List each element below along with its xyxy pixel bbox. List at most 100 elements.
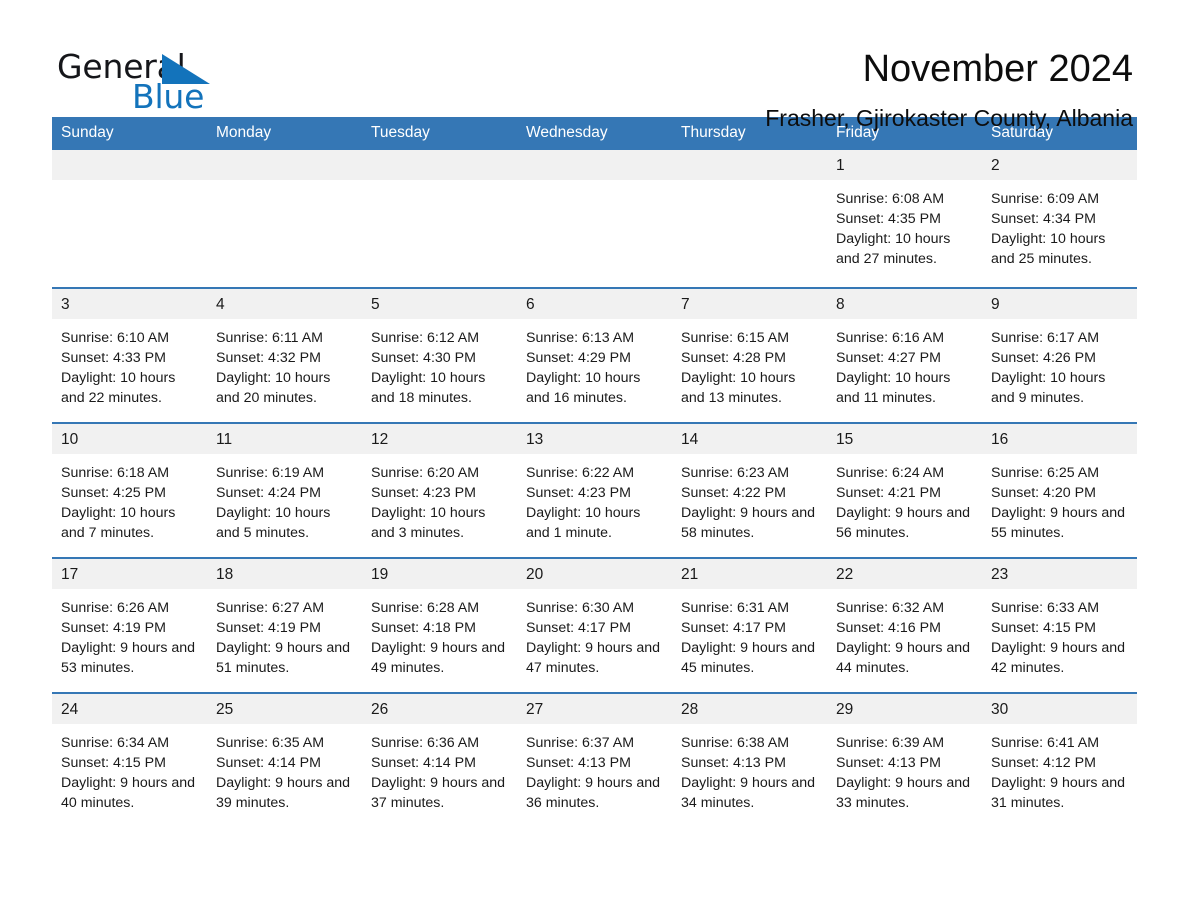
day-cell-inner: 11 Sunrise: 6:19 AM Sunset: 4:24 PM Dayligh… bbox=[207, 424, 362, 557]
calendar-week-row: 17 Sunrise: 6:26 AM Sunset: 4:19 PM Dayligh… bbox=[52, 557, 1137, 693]
daylight-text: Daylight: 9 hours and 51 minutes. bbox=[216, 640, 351, 677]
calendar-day-cell[interactable]: 21 Sunrise: 6:31 AM Sunset: 4:17 PM Dayligh… bbox=[672, 557, 827, 693]
sunset-text: Sunset: 4:17 PM bbox=[526, 620, 631, 637]
calendar-day-cell[interactable]: 11 Sunrise: 6:19 AM Sunset: 4:24 PM Dayligh… bbox=[207, 422, 362, 558]
day-cell-inner: 18 Sunrise: 6:27 AM Sunset: 4:19 PM Dayligh… bbox=[207, 559, 362, 692]
day-details: Sunrise: 6:18 AM Sunset: 4:25 PM Daylight:… bbox=[52, 454, 207, 544]
calendar-day-cell[interactable]: 6 Sunrise: 6:13 AM Sunset: 4:29 PM Daylight… bbox=[517, 287, 672, 423]
day-details: Sunrise: 6:09 AM Sunset: 4:34 PM Daylight:… bbox=[982, 180, 1137, 270]
calendar-day-cell[interactable]: 15 Sunrise: 6:24 AM Sunset: 4:21 PM Dayligh… bbox=[827, 422, 982, 558]
daylight-text: Daylight: 9 hours and 36 minutes. bbox=[526, 775, 661, 812]
sunset-text: Sunset: 4:32 PM bbox=[216, 350, 321, 367]
calendar-day-cell[interactable]: 20 Sunrise: 6:30 AM Sunset: 4:17 PM Dayligh… bbox=[517, 557, 672, 693]
day-details: Sunrise: 6:24 AM Sunset: 4:21 PM Daylight:… bbox=[827, 454, 982, 544]
daylight-text: Daylight: 10 hours and 1 minute. bbox=[526, 505, 641, 542]
calendar-day-cell[interactable]: 29 Sunrise: 6:39 AM Sunset: 4:13 PM Dayligh… bbox=[827, 692, 982, 821]
general-blue-logo: General Blue bbox=[57, 50, 257, 120]
sunset-text: Sunset: 4:29 PM bbox=[526, 350, 631, 367]
day-number: 11 bbox=[207, 424, 362, 454]
calendar-week-row: 3 Sunrise: 6:10 AM Sunset: 4:33 PM Daylight… bbox=[52, 287, 1137, 423]
day-cell-inner: 30 Sunrise: 6:41 AM Sunset: 4:12 PM Dayligh… bbox=[982, 694, 1137, 821]
sunset-text: Sunset: 4:25 PM bbox=[61, 485, 166, 502]
calendar-day-cell[interactable]: 28 Sunrise: 6:38 AM Sunset: 4:13 PM Dayligh… bbox=[672, 692, 827, 821]
sunrise-text: Sunrise: 6:25 AM bbox=[991, 465, 1100, 481]
day-cell-inner: 10 Sunrise: 6:18 AM Sunset: 4:25 PM Dayligh… bbox=[52, 424, 207, 557]
sunset-text: Sunset: 4:13 PM bbox=[836, 755, 941, 772]
sunrise-text: Sunrise: 6:24 AM bbox=[836, 465, 945, 481]
calendar-day-cell[interactable]: 24 Sunrise: 6:34 AM Sunset: 4:15 PM Dayligh… bbox=[52, 692, 207, 821]
sunrise-text: Sunrise: 6:26 AM bbox=[61, 600, 170, 616]
calendar-day-cell[interactable]: 13 Sunrise: 6:22 AM Sunset: 4:23 PM Dayligh… bbox=[517, 422, 672, 558]
calendar-page: General Blue November 2024 Frasher, Gjir… bbox=[0, 0, 1188, 918]
daylight-text: Daylight: 9 hours and 31 minutes. bbox=[991, 775, 1126, 812]
sunset-text: Sunset: 4:14 PM bbox=[216, 755, 321, 772]
calendar-day-cell[interactable]: 30 Sunrise: 6:41 AM Sunset: 4:12 PM Dayligh… bbox=[982, 692, 1137, 821]
calendar-day-cell-empty bbox=[672, 150, 827, 288]
calendar-day-cell[interactable]: 25 Sunrise: 6:35 AM Sunset: 4:14 PM Dayligh… bbox=[207, 692, 362, 821]
day-cell-inner: 27 Sunrise: 6:37 AM Sunset: 4:13 PM Dayligh… bbox=[517, 694, 672, 821]
calendar-day-cell[interactable]: 1 Sunrise: 6:08 AM Sunset: 4:35 PM Daylight… bbox=[827, 150, 982, 288]
daylight-text: Daylight: 9 hours and 55 minutes. bbox=[991, 505, 1126, 542]
calendar-day-cell[interactable]: 14 Sunrise: 6:23 AM Sunset: 4:22 PM Dayligh… bbox=[672, 422, 827, 558]
sunset-text: Sunset: 4:15 PM bbox=[61, 755, 166, 772]
logo-text-blue: Blue bbox=[132, 77, 205, 116]
day-cell-inner: 20 Sunrise: 6:30 AM Sunset: 4:17 PM Dayligh… bbox=[517, 559, 672, 692]
calendar-day-cell[interactable]: 10 Sunrise: 6:18 AM Sunset: 4:25 PM Dayligh… bbox=[52, 422, 207, 558]
day-cell-inner: 12 Sunrise: 6:20 AM Sunset: 4:23 PM Dayligh… bbox=[362, 424, 517, 557]
calendar-day-cell[interactable]: 4 Sunrise: 6:11 AM Sunset: 4:32 PM Daylight… bbox=[207, 287, 362, 423]
sunrise-sunset-calendar-table: Sunday Monday Tuesday Wednesday Thursday Frid… bbox=[52, 117, 1137, 821]
day-cell-inner: 8 Sunrise: 6:16 AM Sunset: 4:27 PM Daylight… bbox=[827, 289, 982, 422]
daylight-text: Daylight: 10 hours and 7 minutes. bbox=[61, 505, 176, 542]
day-details: Sunrise: 6:31 AM Sunset: 4:17 PM Daylight:… bbox=[672, 589, 827, 679]
day-details: Sunrise: 6:13 AM Sunset: 4:29 PM Daylight:… bbox=[517, 319, 672, 409]
sunset-text: Sunset: 4:13 PM bbox=[526, 755, 631, 772]
day-details: Sunrise: 6:36 AM Sunset: 4:14 PM Daylight:… bbox=[362, 724, 517, 814]
calendar-day-cell[interactable]: 18 Sunrise: 6:27 AM Sunset: 4:19 PM Dayligh… bbox=[207, 557, 362, 693]
calendar-day-cell[interactable]: 5 Sunrise: 6:12 AM Sunset: 4:30 PM Daylight… bbox=[362, 287, 517, 423]
day-number: 12 bbox=[362, 424, 517, 454]
day-number: 23 bbox=[982, 559, 1137, 589]
day-number: 7 bbox=[672, 289, 827, 319]
calendar-day-cell[interactable]: 22 Sunrise: 6:32 AM Sunset: 4:16 PM Dayligh… bbox=[827, 557, 982, 693]
day-number: 1 bbox=[827, 150, 982, 180]
calendar-day-cell[interactable]: 27 Sunrise: 6:37 AM Sunset: 4:13 PM Dayligh… bbox=[517, 692, 672, 821]
calendar-day-cell[interactable]: 8 Sunrise: 6:16 AM Sunset: 4:27 PM Daylight… bbox=[827, 287, 982, 423]
calendar-day-cell[interactable]: 7 Sunrise: 6:15 AM Sunset: 4:28 PM Daylight… bbox=[672, 287, 827, 423]
calendar-week-row: 1 Sunrise: 6:08 AM Sunset: 4:35 PM Daylight… bbox=[52, 150, 1137, 288]
sunset-text: Sunset: 4:23 PM bbox=[371, 485, 476, 502]
daylight-text: Daylight: 9 hours and 49 minutes. bbox=[371, 640, 506, 677]
day-cell-inner: 19 Sunrise: 6:28 AM Sunset: 4:18 PM Dayligh… bbox=[362, 559, 517, 692]
sunset-text: Sunset: 4:30 PM bbox=[371, 350, 476, 367]
day-number: 28 bbox=[672, 694, 827, 724]
day-cell-inner bbox=[362, 150, 517, 287]
calendar-day-cell[interactable]: 12 Sunrise: 6:20 AM Sunset: 4:23 PM Dayligh… bbox=[362, 422, 517, 558]
calendar-day-cell[interactable]: 16 Sunrise: 6:25 AM Sunset: 4:20 PM Dayligh… bbox=[982, 422, 1137, 558]
sunrise-text: Sunrise: 6:36 AM bbox=[371, 735, 480, 751]
day-number: 18 bbox=[207, 559, 362, 589]
sunrise-text: Sunrise: 6:13 AM bbox=[526, 330, 635, 346]
calendar-day-cell[interactable]: 3 Sunrise: 6:10 AM Sunset: 4:33 PM Daylight… bbox=[52, 287, 207, 423]
calendar-day-cell[interactable]: 2 Sunrise: 6:09 AM Sunset: 4:34 PM Daylight… bbox=[982, 150, 1137, 288]
calendar-day-cell[interactable]: 23 Sunrise: 6:33 AM Sunset: 4:15 PM Dayligh… bbox=[982, 557, 1137, 693]
day-number: 26 bbox=[362, 694, 517, 724]
sunrise-text: Sunrise: 6:27 AM bbox=[216, 600, 325, 616]
day-details: Sunrise: 6:22 AM Sunset: 4:23 PM Daylight:… bbox=[517, 454, 672, 544]
calendar-day-cell[interactable]: 9 Sunrise: 6:17 AM Sunset: 4:26 PM Daylight… bbox=[982, 287, 1137, 423]
daylight-text: Daylight: 10 hours and 9 minutes. bbox=[991, 370, 1106, 407]
day-number: 3 bbox=[52, 289, 207, 319]
sunset-text: Sunset: 4:15 PM bbox=[991, 620, 1096, 637]
day-number: 13 bbox=[517, 424, 672, 454]
daylight-text: Daylight: 9 hours and 42 minutes. bbox=[991, 640, 1126, 677]
calendar-day-cell[interactable]: 26 Sunrise: 6:36 AM Sunset: 4:14 PM Dayligh… bbox=[362, 692, 517, 821]
calendar-day-cell[interactable]: 17 Sunrise: 6:26 AM Sunset: 4:19 PM Dayligh… bbox=[52, 557, 207, 693]
sunset-text: Sunset: 4:23 PM bbox=[526, 485, 631, 502]
day-details: Sunrise: 6:20 AM Sunset: 4:23 PM Daylight:… bbox=[362, 454, 517, 544]
day-details: Sunrise: 6:17 AM Sunset: 4:26 PM Daylight:… bbox=[982, 319, 1137, 409]
page-title: November 2024 bbox=[862, 48, 1133, 90]
day-cell-inner bbox=[207, 150, 362, 287]
calendar-day-cell[interactable]: 19 Sunrise: 6:28 AM Sunset: 4:18 PM Dayligh… bbox=[362, 557, 517, 693]
sunset-text: Sunset: 4:17 PM bbox=[681, 620, 786, 637]
daylight-text: Daylight: 10 hours and 25 minutes. bbox=[991, 231, 1106, 268]
sunset-text: Sunset: 4:12 PM bbox=[991, 755, 1096, 772]
daylight-text: Daylight: 9 hours and 53 minutes. bbox=[61, 640, 196, 677]
